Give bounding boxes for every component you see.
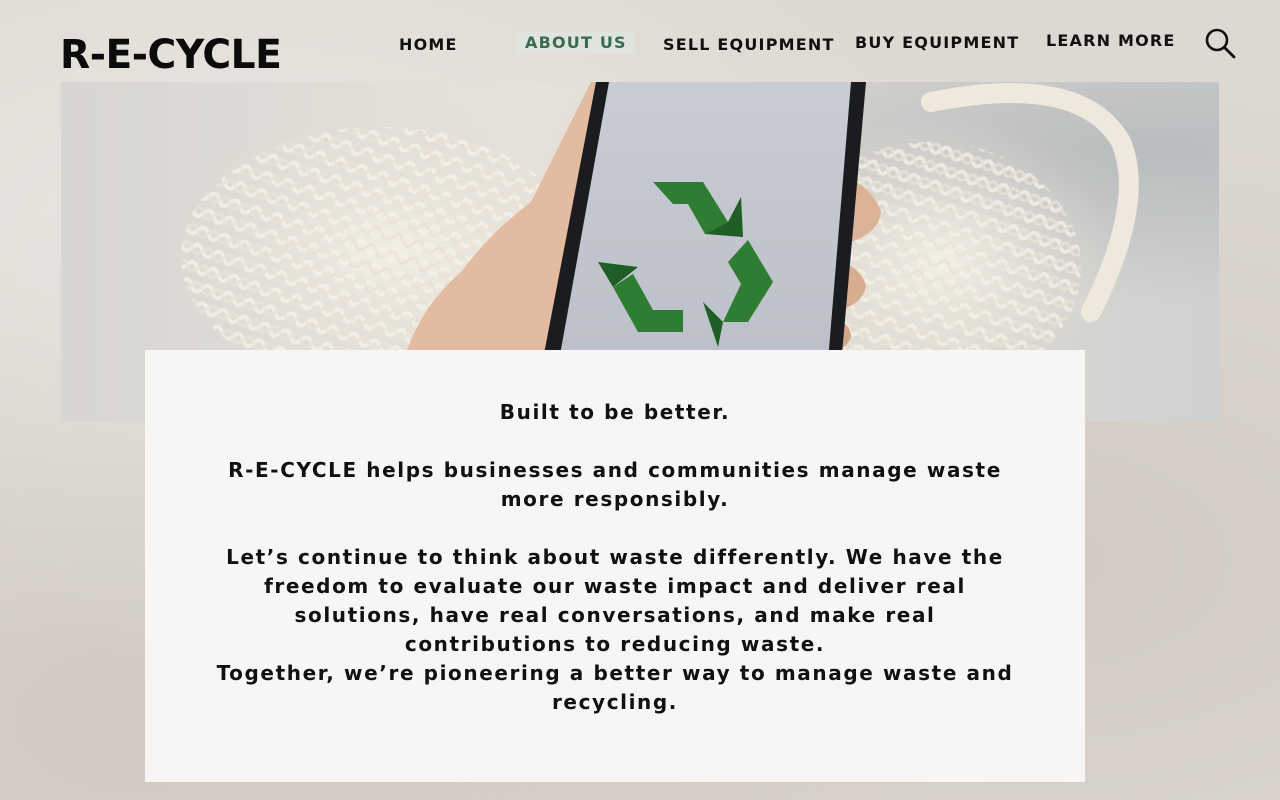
search-button[interactable] — [1203, 26, 1237, 60]
about-headline: Built to be better. — [499, 400, 731, 424]
nav-about-us[interactable]: ABOUT US — [517, 32, 635, 54]
about-closing: Together, we’re pioneering a better way … — [216, 661, 1014, 714]
nav-home[interactable]: HOME — [399, 34, 458, 56]
about-body: Let’s continue to think about waste diff… — [226, 545, 1004, 656]
nav-sell-equipment[interactable]: SELL EQUIPMENT — [663, 34, 835, 56]
nav-learn-more[interactable]: LEARN MORE — [1046, 30, 1176, 52]
nav-buy-equipment[interactable]: BUY EQUIPMENT — [855, 32, 1019, 54]
search-icon — [1205, 28, 1236, 59]
site-logo[interactable]: R-E-CYCLE — [60, 30, 282, 80]
about-intro: R-E-CYCLE helps businesses and communiti… — [228, 458, 1002, 511]
about-card: Built to be better. R-E-CYCLE helps busi… — [145, 350, 1085, 782]
